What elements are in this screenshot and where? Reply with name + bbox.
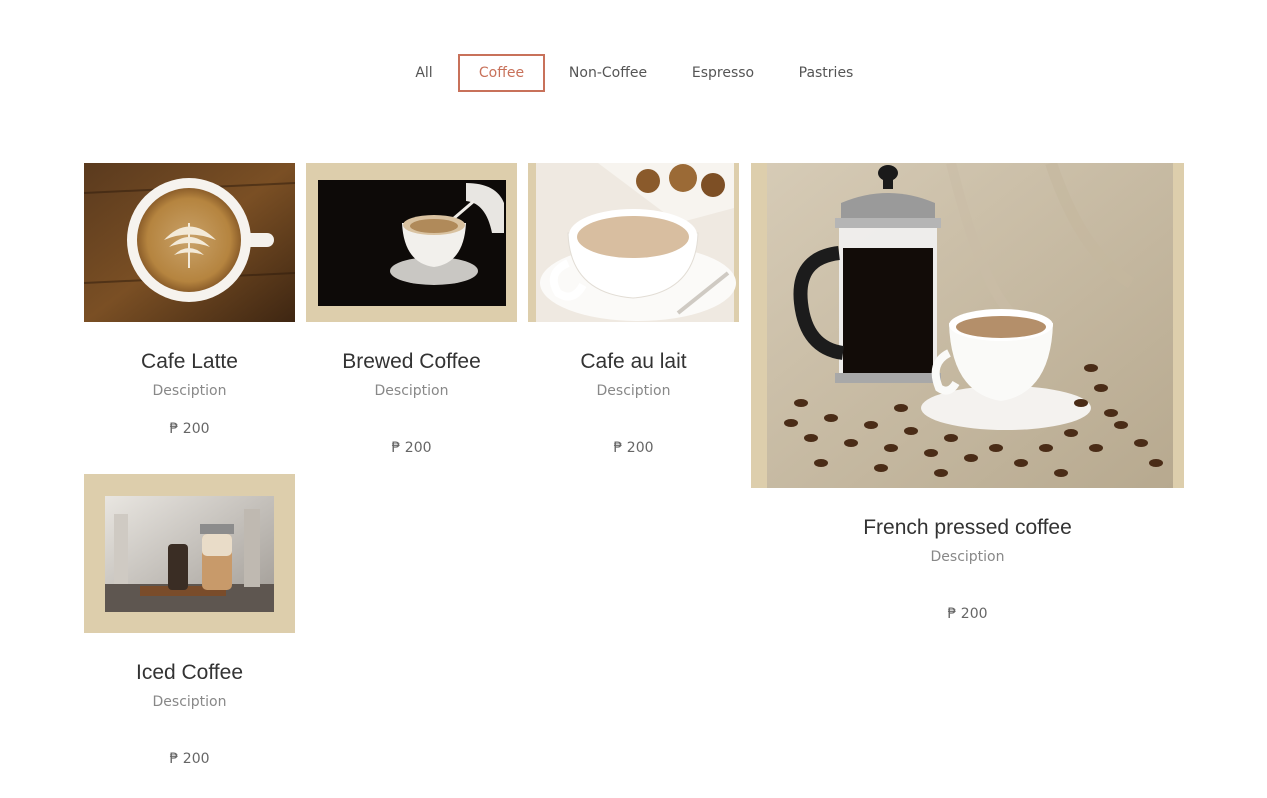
product-description: Desciption: [152, 694, 227, 710]
product-image-cafe-au-lait[interactable]: [528, 163, 739, 322]
product-name[interactable]: Cafe Latte: [84, 350, 295, 374]
product-price: ₱ 200: [169, 421, 210, 437]
filter-espresso[interactable]: Espresso: [682, 54, 764, 92]
product-image-cafe-latte[interactable]: [84, 163, 295, 322]
product-description: Desciption: [930, 549, 1005, 565]
product-description: Desciption: [374, 383, 449, 399]
filter-coffee[interactable]: Coffee: [458, 54, 545, 92]
product-image-iced-coffee[interactable]: [84, 474, 295, 633]
product-image-brewed-coffee[interactable]: [306, 163, 517, 322]
filter-all[interactable]: All: [404, 54, 444, 92]
product-price: ₱ 200: [169, 751, 210, 767]
product-name[interactable]: French pressed coffee: [751, 516, 1184, 540]
filter-pastries[interactable]: Pastries: [790, 54, 862, 92]
category-filter-bar: All Coffee Non-Coffee Espresso Pastries: [0, 54, 1267, 92]
product-description: Desciption: [596, 383, 671, 399]
product-name[interactable]: Iced Coffee: [84, 661, 295, 685]
filter-non-coffee[interactable]: Non-Coffee: [560, 54, 656, 92]
product-price: ₱ 200: [947, 606, 988, 622]
product-image-french-pressed-coffee[interactable]: [751, 163, 1184, 488]
product-price: ₱ 200: [613, 440, 654, 456]
product-price: ₱ 200: [391, 440, 432, 456]
product-name[interactable]: Cafe au lait: [528, 350, 739, 374]
product-description: Desciption: [152, 383, 227, 399]
product-name[interactable]: Brewed Coffee: [306, 350, 517, 374]
